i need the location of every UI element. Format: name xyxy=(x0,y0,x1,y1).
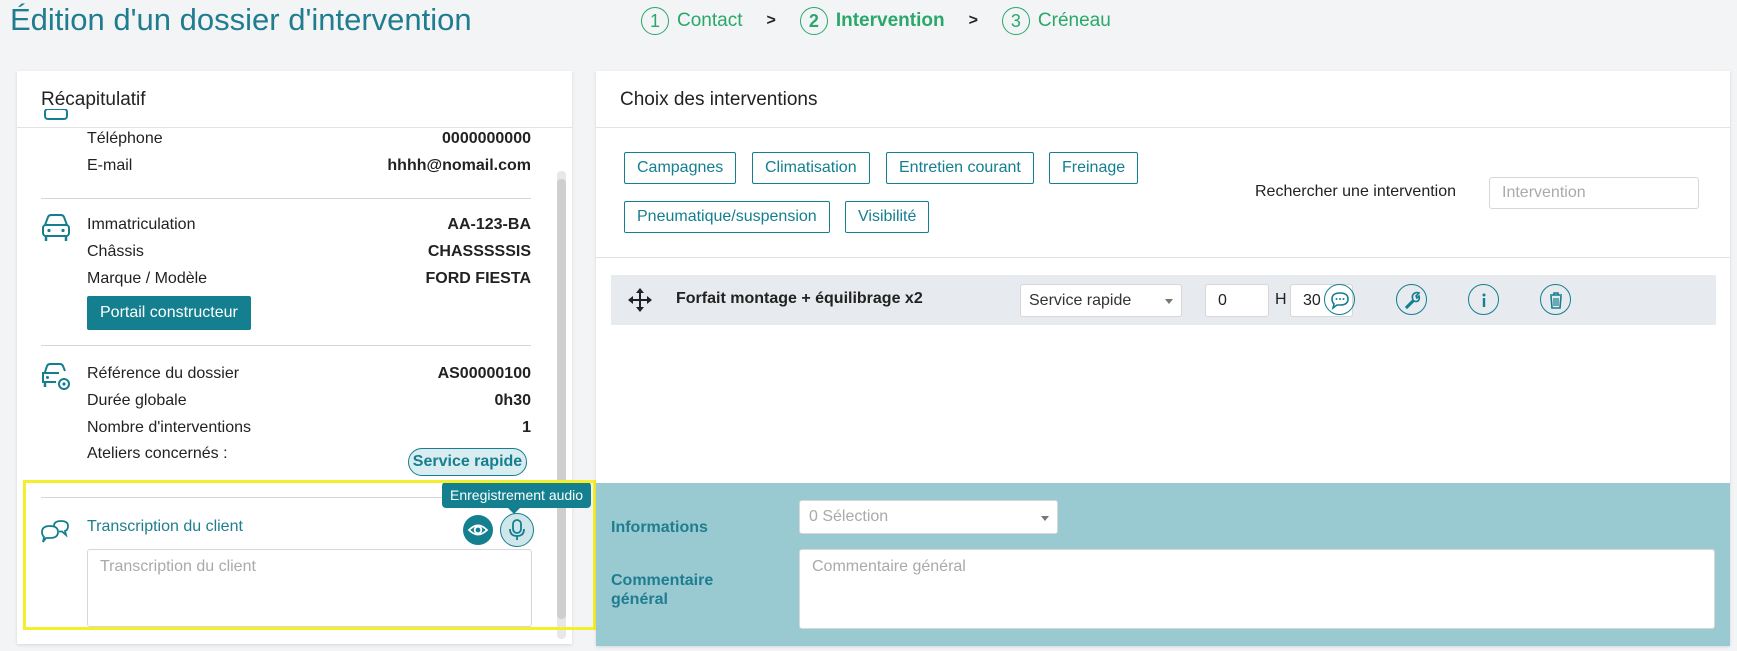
caret-down-icon xyxy=(1165,299,1173,304)
delete-button[interactable] xyxy=(1540,284,1571,315)
row-label: E-mail xyxy=(87,157,133,174)
informations-select[interactable]: 0 Sélection xyxy=(799,500,1058,534)
atelier-select-value: Service rapide xyxy=(1029,291,1132,309)
view-transcription-button[interactable] xyxy=(463,515,493,545)
row-label: Marque / Modèle xyxy=(87,270,208,287)
dossier-row: Référence du dossier AS00000100 xyxy=(87,365,531,383)
intervention-row: Forfait montage + équilibrage x2 Service… xyxy=(611,275,1716,325)
tools-button[interactable] xyxy=(1396,284,1427,315)
step-label: Intervention xyxy=(835,10,945,31)
caret-down-icon xyxy=(1041,516,1049,521)
recap-title: Récapitulatif xyxy=(17,71,572,128)
transcription-textarea[interactable]: Transcription du client xyxy=(87,549,532,627)
row-value: AA-123-BA xyxy=(447,216,531,233)
car-icon xyxy=(42,214,70,241)
comment-button[interactable] xyxy=(1324,284,1355,315)
hours-input[interactable]: 0 xyxy=(1205,284,1269,317)
scrollbar-thumb[interactable] xyxy=(557,179,566,619)
move-icon[interactable] xyxy=(627,287,653,313)
row-value: FORD FIESTA xyxy=(425,270,531,287)
info-icon xyxy=(1482,293,1485,307)
row-label: Référence du dossier xyxy=(87,365,240,382)
contact-row: E-mail hhhh@nomail.com xyxy=(87,157,531,175)
row-label: Téléphone xyxy=(87,130,163,147)
dossier-row: Durée globale 0h30 xyxy=(87,392,531,410)
page-title: Édition d'un dossier d'intervention xyxy=(10,2,472,37)
trash-icon xyxy=(1549,291,1562,309)
step-number: 1 xyxy=(641,7,669,35)
row-value: 1 xyxy=(522,419,531,436)
recap-scrollbar[interactable] xyxy=(557,171,566,639)
step-separator: > xyxy=(766,12,776,29)
informations-area: Informations 0 Sélection Commentaire gén… xyxy=(596,483,1730,646)
intervention-name: Forfait montage + équilibrage x2 xyxy=(676,290,923,307)
transcription-label: Transcription du client xyxy=(87,518,243,535)
eye-icon xyxy=(467,524,489,536)
category-entretien-courant[interactable]: Entretien courant xyxy=(886,152,1034,184)
interventions-title: Choix des interventions xyxy=(596,71,1730,128)
divider xyxy=(41,345,531,346)
divider xyxy=(596,257,1730,258)
row-label: Immatriculation xyxy=(87,216,196,233)
dossier-row: Nombre d'interventions 1 xyxy=(87,419,531,437)
vehicle-row: Marque / Modèle FORD FIESTA xyxy=(87,270,531,288)
speech-bubble-icon xyxy=(1330,291,1349,310)
row-label: Nombre d'interventions xyxy=(87,419,252,436)
atelier-select[interactable]: Service rapide xyxy=(1020,284,1182,317)
step-intervention[interactable]: 2 Intervention xyxy=(799,7,945,35)
category-climatisation[interactable]: Climatisation xyxy=(752,152,870,184)
commentaire-textarea[interactable]: Commentaire général xyxy=(799,549,1715,629)
category-visibilite[interactable]: Visibilité xyxy=(845,201,930,233)
interventions-panel: Choix des interventions Campagnes Climat… xyxy=(596,71,1730,646)
divider xyxy=(41,198,531,199)
vehicle-row: Immatriculation AA-123-BA xyxy=(87,216,531,234)
info-button[interactable] xyxy=(1468,284,1499,315)
row-label: Ateliers concernés : xyxy=(87,445,228,462)
step-creneau[interactable]: 3 Créneau xyxy=(1001,7,1111,35)
step-contact[interactable]: 1 Contact xyxy=(641,7,742,35)
wrench-icon xyxy=(1404,291,1420,309)
informations-select-value: 0 Sélection xyxy=(809,508,889,525)
category-freinage[interactable]: Freinage xyxy=(1049,152,1139,184)
contact-row: Téléphone 0000000000 xyxy=(87,130,531,148)
search-label: Rechercher une intervention xyxy=(1255,183,1457,200)
category-campagnes[interactable]: Campagnes xyxy=(624,152,737,184)
atelier-badge: Service rapide xyxy=(408,448,527,476)
commentaire-label: Commentaire général xyxy=(611,572,714,608)
microphone-icon xyxy=(509,519,525,540)
audio-tooltip: Enregistrement audio xyxy=(442,482,592,514)
audio-record-button[interactable] xyxy=(500,513,534,547)
car-settings-icon xyxy=(42,363,70,390)
row-value: AS00000100 xyxy=(437,365,531,382)
row-label: Durée globale xyxy=(87,392,187,409)
vehicle-row: Châssis CHASSSSSIS xyxy=(87,243,531,261)
stepper: 1 Contact > 2 Intervention > 3 Créneau xyxy=(641,6,1111,36)
step-separator: > xyxy=(968,12,978,29)
phone-icon xyxy=(44,109,68,120)
portail-constructeur-button[interactable]: Portail constructeur xyxy=(87,296,251,330)
informations-label: Informations xyxy=(611,519,708,536)
row-value: hhhh@nomail.com xyxy=(387,157,531,174)
row-value: CHASSSSSIS xyxy=(427,243,531,260)
row-label: Châssis xyxy=(87,243,144,260)
chat-bubbles-icon xyxy=(41,520,69,543)
hours-unit: H xyxy=(1275,291,1287,308)
row-value: 0000000000 xyxy=(442,130,531,147)
step-label: Contact xyxy=(677,10,743,31)
search-input[interactable]: Intervention xyxy=(1489,177,1699,209)
step-label: Créneau xyxy=(1037,10,1111,31)
category-pneumatique-suspension[interactable]: Pneumatique/suspension xyxy=(624,201,830,233)
step-number: 2 xyxy=(799,7,828,35)
row-value: 0h30 xyxy=(494,392,531,409)
step-number: 3 xyxy=(1001,7,1030,35)
